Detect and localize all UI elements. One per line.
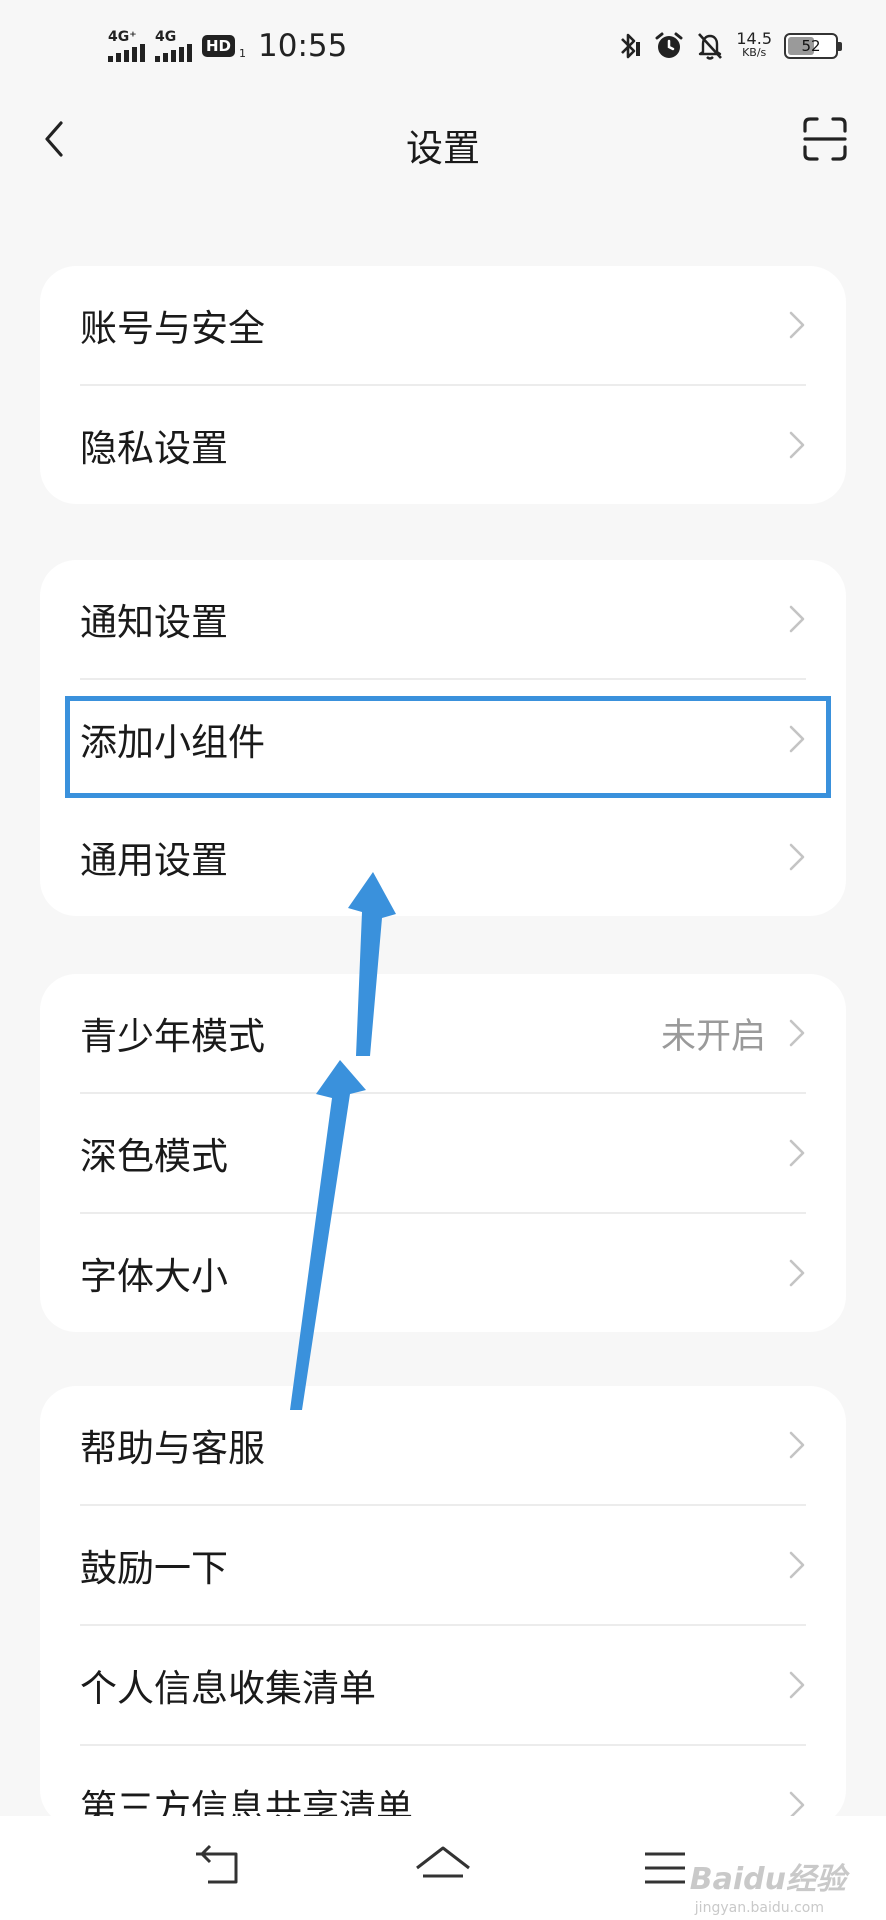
clock: 10:55 [258,28,348,64]
row-encourage[interactable]: 鼓励一下 [40,1506,846,1624]
row-teen-mode[interactable]: 青少年模式 未开启 [40,974,846,1092]
chevron-right-icon [789,605,805,633]
row-label: 深色模式 [80,1135,228,1178]
signal-bars-1-icon [108,44,145,62]
row-label: 鼓励一下 [80,1547,228,1590]
status-bar: 4G⁺ 4G HD 1 10:55 14.5 KB/s 52 [0,0,886,96]
row-label: 个人信息收集清单 [80,1667,376,1710]
chevron-right-icon [789,1431,805,1459]
row-label: 账号与安全 [80,307,265,350]
hd-badge: HD [202,35,236,57]
scan-icon [803,117,847,161]
chevron-right-icon [789,1259,805,1287]
row-label: 帮助与客服 [80,1427,265,1470]
row-privacy[interactable]: 隐私设置 [40,386,846,504]
row-label: 通知设置 [80,601,228,644]
chevron-right-icon [789,431,805,459]
row-third-party-share-list[interactable]: 第三方信息共享清单 [40,1746,846,1826]
row-help-support[interactable]: 帮助与客服 [40,1386,846,1504]
row-notifications[interactable]: 通知设置 [40,560,846,678]
battery-icon: 52 [784,33,842,59]
menu-nav-icon[interactable] [637,1838,697,1898]
row-label: 字体大小 [80,1255,228,1298]
chevron-right-icon [789,1139,805,1167]
speed-unit: KB/s [742,46,767,59]
notifications-off-icon [698,33,723,60]
chevron-right-icon [789,1019,805,1047]
settings-group-4: 帮助与客服 鼓励一下 个人信息收集清单 第三方信息共享清单 [40,1386,846,1826]
signal-bars-2-icon [155,44,192,62]
signal-1: 4G⁺ [108,30,145,62]
row-dark-mode[interactable]: 深色模式 [40,1094,846,1212]
row-label: 隐私设置 [80,427,228,470]
highlight-box [65,696,831,798]
header: 设置 [0,96,886,196]
row-font-size[interactable]: 字体大小 [40,1214,846,1332]
row-account-security[interactable]: 账号与安全 [40,266,846,384]
row-general[interactable]: 通用设置 [40,798,846,916]
alarm-icon [655,32,683,58]
chevron-right-icon [789,843,805,871]
home-nav-icon[interactable] [413,1838,473,1898]
row-value: 未开启 [660,1016,766,1057]
battery-level: 52 [801,37,821,55]
speed-value: 14.5 [736,29,772,48]
network-type-1: 4G⁺ [108,29,137,45]
chevron-right-icon [789,1671,805,1699]
settings-group-1: 账号与安全 隐私设置 [40,266,846,504]
watermark-sub: jingyan.baidu.com [694,1900,824,1916]
status-right: 14.5 KB/s 52 [616,29,842,62]
chevron-right-icon [789,311,805,339]
row-label: 通用设置 [80,839,228,882]
row-personal-info-list[interactable]: 个人信息收集清单 [40,1626,846,1744]
scan-button[interactable] [802,116,848,162]
watermark: Baidu经验 [689,1862,846,1897]
chevron-right-icon [789,1551,805,1579]
network-type-2: 4G [155,29,177,45]
network-speed: 14.5 KB/s [736,29,772,60]
signal-2: 4G [155,30,192,62]
row-label: 青少年模式 [80,1015,265,1058]
settings-group-3: 青少年模式 未开启 深色模式 字体大小 [40,974,846,1332]
page-title: 设置 [406,127,480,170]
hd-sub: 1 [239,46,247,60]
back-nav-icon[interactable] [190,1838,250,1898]
bluetooth-icon [621,33,641,59]
status-left: 4G⁺ 4G HD 1 10:55 [108,28,347,64]
